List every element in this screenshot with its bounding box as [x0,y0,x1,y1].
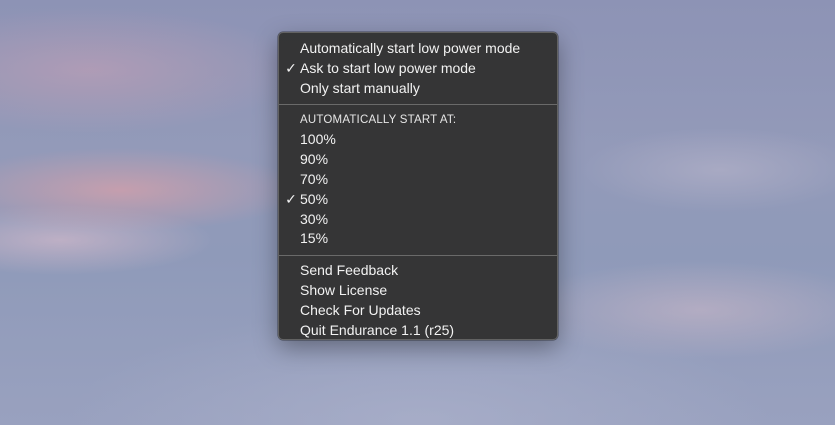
menu-item-label: Check For Updates [300,301,421,318]
menu-item-threshold-30[interactable]: 30% [279,210,557,230]
menu-item-label: Only start manually [300,79,420,96]
menu-item-threshold-70[interactable]: 70% [279,170,557,190]
menu-item-show-license[interactable]: Show License [279,281,557,301]
menu-item-label: Show License [300,281,388,298]
menu-item-check-updates[interactable]: Check For Updates [279,301,557,321]
menu-item-quit[interactable]: Quit Endurance 1.1 (r25) [279,321,557,341]
checkmark-icon: ✓ [285,59,297,76]
menu-item-label: Ask to start low power mode [300,59,476,76]
menu-item-label: 50% [300,190,329,207]
menu-item-label: 30% [300,210,329,227]
menu-item-label: Send Feedback [300,262,399,279]
menu-item-ask-to-start[interactable]: ✓ Ask to start low power mode [279,59,557,79]
menu-item-label: Quit Endurance 1.1 (r25) [300,321,455,338]
menu-item-threshold-100[interactable]: 100% [279,130,557,150]
menu-item-auto-start[interactable]: Automatically start low power mode [279,39,557,59]
threshold-section-header: AUTOMATICALLY START AT: [300,114,457,127]
menu-item-threshold-50[interactable]: ✓ 50% [279,190,557,210]
menu-item-label: Automatically start low power mode [300,40,521,56]
checkmark-icon: ✓ [285,190,297,207]
menu-item-send-feedback[interactable]: Send Feedback [279,261,557,281]
menu-item-label: 70% [300,170,329,187]
menu-separator [279,104,557,106]
menu-item-threshold-90[interactable]: 90% [279,150,557,170]
menu-item-label: 90% [300,151,329,168]
menu-item-label: 15% [300,230,329,247]
endurance-context-menu: Automatically start low power mode ✓ Ask… [278,32,558,340]
menu-item-manual-start[interactable]: Only start manually [279,79,557,99]
menu-item-label: 100% [300,131,336,148]
menu-item-threshold-15[interactable]: 15% [279,229,557,249]
menu-separator [279,255,557,257]
